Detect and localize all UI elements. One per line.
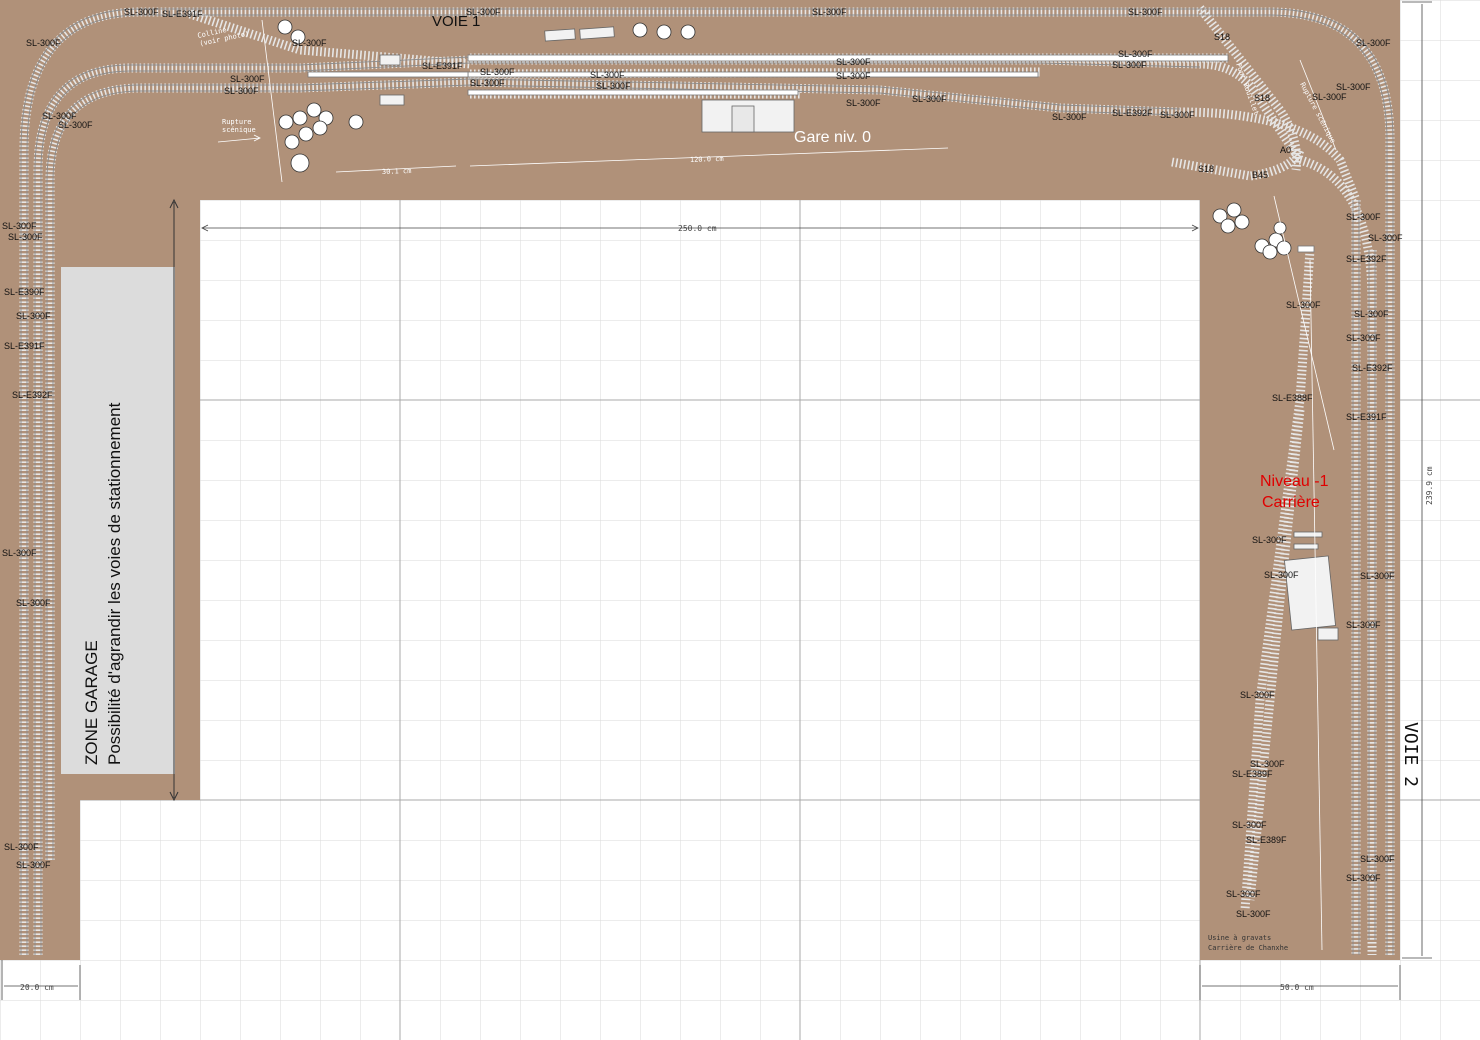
tl-20: SL-300F	[224, 86, 259, 96]
tl-4: SL-300F	[812, 7, 847, 17]
tl-31: A0	[1280, 145, 1291, 155]
tl-62: SL-300F	[16, 860, 51, 870]
usine-note-1: Usine à gravats	[1208, 934, 1271, 942]
tl-23: S18	[1254, 93, 1270, 103]
tl-50: SL-300F	[2, 548, 37, 558]
tl-37: SL-300F	[1368, 233, 1403, 243]
tl-42: SL-300F	[1354, 309, 1389, 319]
tl-14: SL-300F	[480, 67, 515, 77]
tl-63: SL-300F	[1346, 873, 1381, 883]
tl-28: SL-300F	[1052, 112, 1087, 122]
tl-46: SL-E392F	[12, 390, 53, 400]
tl-19: SL-300F	[596, 81, 631, 91]
tl-26: SL-E392F	[1112, 108, 1153, 118]
tl-8: SL-300F	[1356, 38, 1391, 48]
tl-22: SL-300F	[1312, 92, 1347, 102]
tl-36: SL-300F	[8, 232, 43, 242]
tl-24: SL-300F	[912, 94, 947, 104]
dim-20: 20.0 cm	[20, 983, 54, 992]
tl-39: SL-E390F	[4, 287, 45, 297]
voie2-title: VOIE 2	[1400, 722, 1421, 787]
zone-garage-label: ZONE GARAGE	[82, 640, 101, 765]
tl-47: SL-E388F	[1272, 393, 1313, 403]
tl-11: SL-300F	[1118, 49, 1153, 59]
gare-title: Gare niv. 0	[794, 129, 871, 146]
tl-57: SL-E389F	[1232, 769, 1273, 779]
tl-13: SL-300F	[1112, 60, 1147, 70]
tl-2: SL-E391F	[162, 9, 203, 19]
tl-45: SL-E392F	[1352, 363, 1393, 373]
tl-54: SL-300F	[1346, 620, 1381, 630]
dim-239: 239.9 cm	[1425, 466, 1434, 505]
tl-7: SL-300F	[292, 38, 327, 48]
niveau-line2: Carrière	[1262, 494, 1320, 511]
tl-32: S18	[1198, 164, 1214, 174]
layout-plan: ZONE GARAGE Possibilité d'agrandir les v…	[0, 0, 1480, 1040]
tl-41: SL-300F	[16, 311, 51, 321]
tl-33: B45	[1252, 170, 1268, 180]
tl-16: SL-300F	[836, 71, 871, 81]
tl-35: SL-300F	[2, 221, 37, 231]
tl-12: SL-300F	[836, 57, 871, 67]
tl-44: SL-E391F	[4, 341, 45, 351]
tl-48: SL-E391F	[1346, 412, 1387, 422]
tl-65: SL-300F	[1236, 909, 1271, 919]
tl-10: SL-E391F	[422, 61, 463, 71]
tl-60: SL-300F	[4, 842, 39, 852]
tl-27: SL-300F	[1160, 110, 1195, 120]
tl-58: SL-300F	[1232, 820, 1267, 830]
tl-61: SL-300F	[1360, 854, 1395, 864]
tl-49: SL-300F	[1252, 535, 1287, 545]
dim-250: 250.0 cm	[678, 224, 717, 233]
dim-120: 120.0 cm	[690, 155, 724, 164]
niveau-line1: Niveau -1	[1260, 473, 1329, 490]
dim-30: 30.1 cm	[382, 167, 412, 176]
tl-21: SL-300F	[1336, 82, 1371, 92]
tl-51: SL-300F	[1264, 570, 1299, 580]
tl-56: SL-300F	[1250, 759, 1285, 769]
zone-garage-sublabel: Possibilité d'agrandir les voies de stat…	[105, 402, 124, 765]
tl-43: SL-300F	[1346, 333, 1381, 343]
tl-15: SL-300F	[590, 70, 625, 80]
tl-64: SL-300F	[1226, 889, 1261, 899]
tl-38: SL-E392F	[1346, 254, 1387, 264]
quarry-building	[1284, 555, 1336, 631]
tl-34: SL-300F	[1346, 212, 1381, 222]
tl-1: SL-300F	[124, 7, 159, 17]
tl-59: SL-E389F	[1246, 835, 1287, 845]
rupture-note-1: Rupture	[222, 118, 252, 126]
tl-6: SL-300F	[26, 38, 61, 48]
tl-40: SL-300F	[1286, 300, 1321, 310]
rupture-note-2: scénique	[222, 126, 256, 134]
tl-9: S18	[1214, 32, 1230, 42]
tl-17: SL-300F	[230, 74, 265, 84]
usine-note-2: Carrière de Chanxhe	[1208, 944, 1288, 952]
tl-18: SL-300F	[470, 78, 505, 88]
tl-3: SL-300F	[466, 7, 501, 17]
tl-53: SL-300F	[16, 598, 51, 608]
tl-5: SL-300F	[1128, 7, 1163, 17]
tl-52: SL-300F	[1360, 571, 1395, 581]
tl-30: SL-300F	[58, 120, 93, 130]
tl-25: SL-300F	[846, 98, 881, 108]
dim-50: 50.0 cm	[1280, 983, 1314, 992]
tl-55: SL-300F	[1240, 690, 1275, 700]
